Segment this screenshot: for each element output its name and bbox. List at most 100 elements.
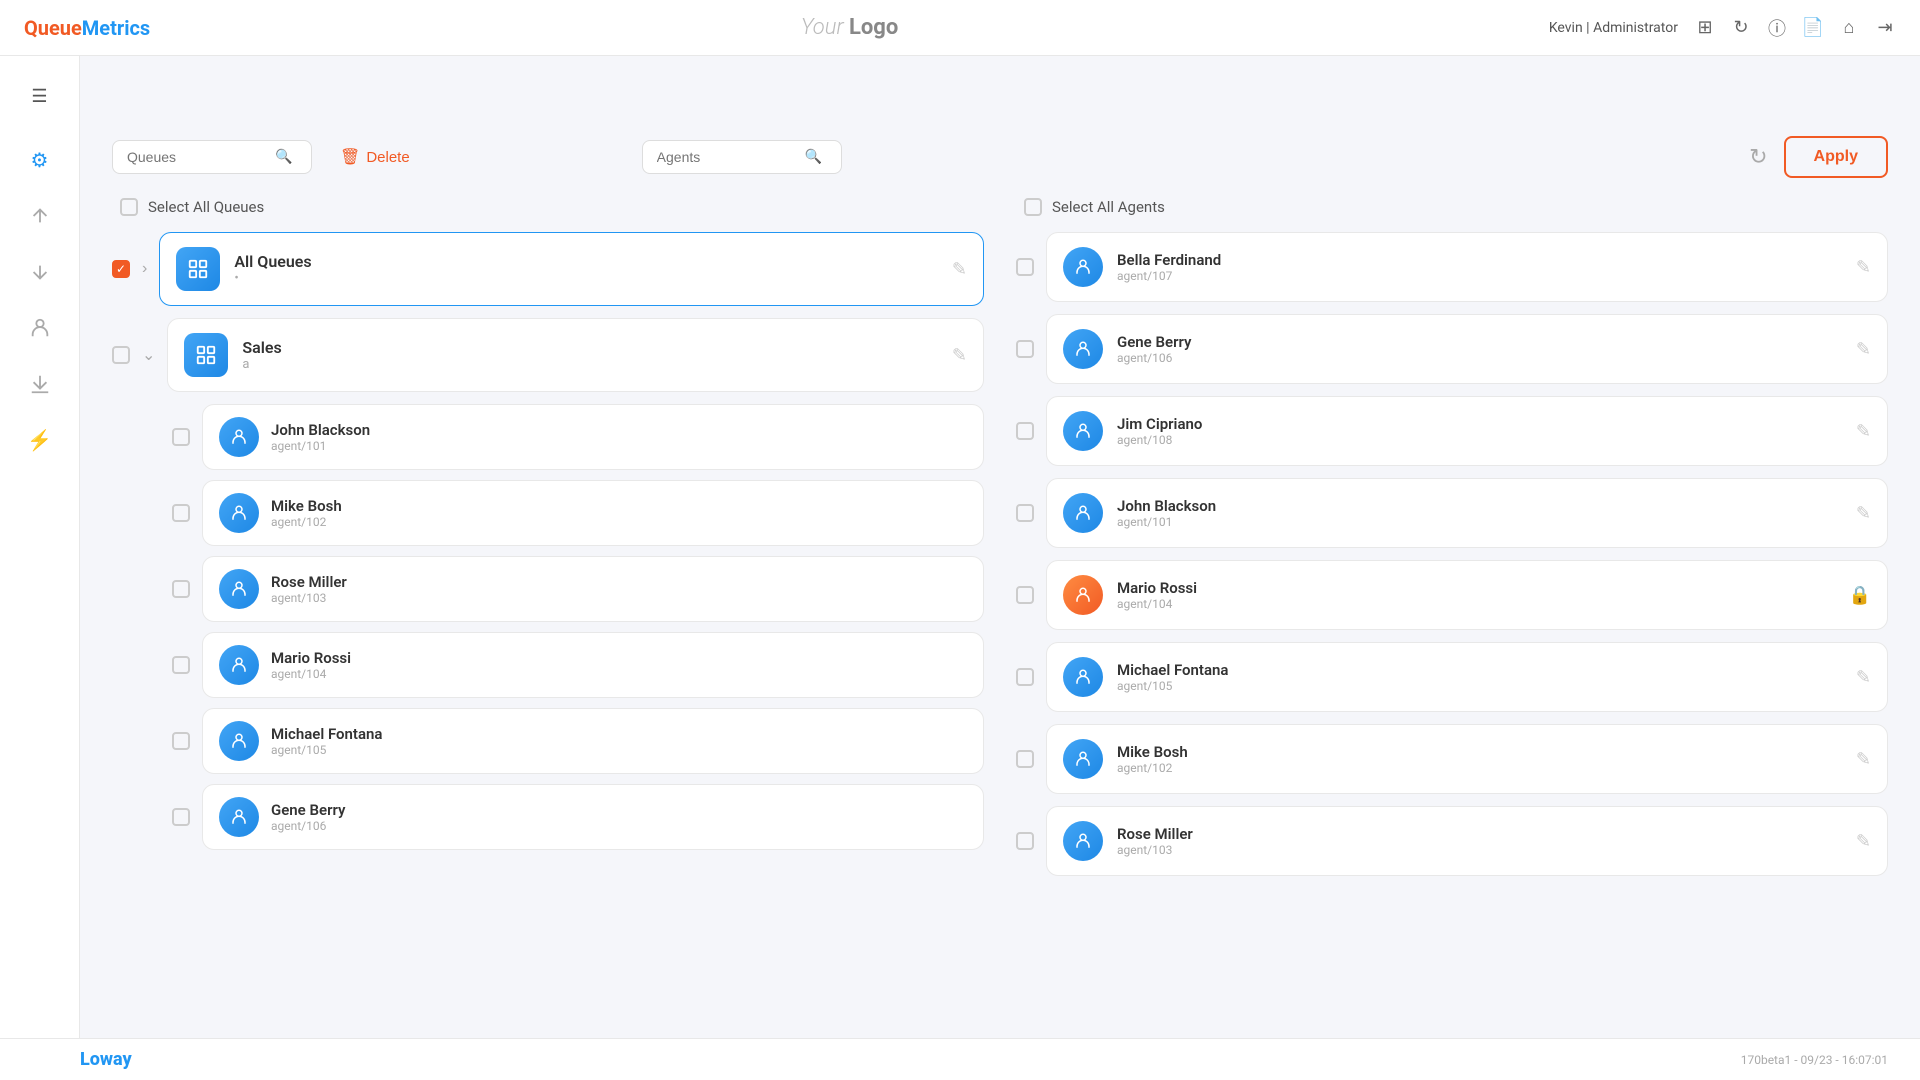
queue-checkbox-sales[interactable]	[112, 346, 130, 364]
sub-agent-avatar-3	[219, 645, 259, 685]
agent-checkbox-6[interactable]	[1016, 750, 1034, 768]
agent-checkbox-5[interactable]	[1016, 668, 1034, 686]
agent-lock-icon-4[interactable]: 🔒	[1849, 585, 1871, 606]
sub-agent-name-0: John Blackson	[271, 421, 967, 439]
sidebar-item-settings[interactable]: ⚙	[16, 136, 64, 184]
agent-name-5: Michael Fontana	[1117, 661, 1842, 679]
queue-edit-icon-sales[interactable]: ✎	[952, 345, 967, 366]
sub-agent-checkbox-4[interactable]	[172, 732, 190, 750]
agent-edit-icon-2[interactable]: ✎	[1856, 421, 1871, 442]
agent-right-card-0[interactable]: Bella Ferdinand agent/107 ✎	[1046, 232, 1888, 302]
sub-agent-checkbox-1[interactable]	[172, 504, 190, 522]
sub-agent-avatar-0	[219, 417, 259, 457]
agents-search-input[interactable]	[657, 149, 797, 165]
main-toolbar: 🔍 🗑 Delete 🔍 ↻ Apply	[112, 136, 1888, 178]
sidebar-hamburger[interactable]: ☰	[16, 72, 64, 120]
loway-logo: Loway	[80, 1049, 132, 1070]
refresh-icon[interactable]: ↻	[1730, 17, 1752, 39]
agent-info-4: Mario Rossi agent/104	[1117, 579, 1835, 611]
sub-agent-checkbox-3[interactable]	[172, 656, 190, 674]
sub-agent-card-3[interactable]: Mario Rossi agent/104	[202, 632, 984, 698]
sub-agent-name-5: Gene Berry	[271, 801, 967, 819]
queue-checkbox-all[interactable]: ✓	[112, 260, 130, 278]
queue-chevron-sales[interactable]: ⌄	[142, 345, 155, 365]
agent-name-1: Gene Berry	[1117, 333, 1842, 351]
sub-agent-card-4[interactable]: Michael Fontana agent/105	[202, 708, 984, 774]
agent-checkbox-1[interactable]	[1016, 340, 1034, 358]
grid-icon[interactable]: ⊞	[1694, 17, 1716, 39]
agent-edit-icon-0[interactable]: ✎	[1856, 257, 1871, 278]
content-area: Select All Queues ✓ › All Queues • ✎	[112, 198, 1888, 888]
agent-right-card-3[interactable]: John Blackson agent/101 ✎	[1046, 478, 1888, 548]
queue-edit-icon-all[interactable]: ✎	[952, 259, 967, 280]
agent-info-6: Mike Bosh agent/102	[1117, 743, 1842, 775]
sub-agent-card-5[interactable]: Gene Berry agent/106	[202, 784, 984, 850]
queue-row-all: ✓ › All Queues • ✎	[112, 232, 984, 306]
logout-icon[interactable]: ⇥	[1874, 17, 1896, 39]
agent-avatar-7	[1063, 821, 1103, 861]
queue-card-all[interactable]: All Queues • ✎	[159, 232, 984, 306]
agent-checkbox-2[interactable]	[1016, 422, 1034, 440]
agent-name-4: Mario Rossi	[1117, 579, 1835, 597]
agent-edit-icon-6[interactable]: ✎	[1856, 749, 1871, 770]
sub-agent-avatar-1	[219, 493, 259, 533]
sub-agent-info-1: Mike Bosh agent/102	[271, 497, 967, 529]
select-all-agents-label[interactable]: Select All Agents	[1052, 198, 1165, 216]
delete-button[interactable]: 🗑 Delete	[328, 139, 422, 175]
agent-avatar-5	[1063, 657, 1103, 697]
agent-checkbox-3[interactable]	[1016, 504, 1034, 522]
agent-name-2: Jim Cipriano	[1117, 415, 1842, 433]
sub-agent-checkbox-5[interactable]	[172, 808, 190, 826]
queue-card-sales[interactable]: Sales a ✎	[167, 318, 984, 392]
agent-row-0: Bella Ferdinand agent/107 ✎	[1016, 232, 1888, 302]
queues-search-input[interactable]	[127, 149, 267, 165]
agent-edit-icon-3[interactable]: ✎	[1856, 503, 1871, 524]
agent-right-card-2[interactable]: Jim Cipriano agent/108 ✎	[1046, 396, 1888, 466]
home-icon[interactable]: ⌂	[1838, 17, 1860, 39]
agent-id-1: agent/106	[1117, 351, 1842, 365]
agent-checkbox-7[interactable]	[1016, 832, 1034, 850]
sub-agent-card-1[interactable]: Mike Bosh agent/102	[202, 480, 984, 546]
sidebar-item-user[interactable]	[16, 304, 64, 352]
select-all-queues-checkbox[interactable]	[120, 198, 138, 216]
sub-agent-id-5: agent/106	[271, 819, 967, 833]
agent-info-7: Rose Miller agent/103	[1117, 825, 1842, 857]
agent-right-card-5[interactable]: Michael Fontana agent/105 ✎	[1046, 642, 1888, 712]
sidebar-item-flash[interactable]: ⚡	[16, 416, 64, 464]
select-all-queues-label[interactable]: Select All Queues	[148, 198, 264, 216]
document-icon[interactable]: 📄	[1802, 17, 1824, 39]
sub-agents-list: John Blackson agent/101 Mike Bosh	[112, 404, 984, 850]
select-all-agents-checkbox[interactable]	[1024, 198, 1042, 216]
queue-chevron-all[interactable]: ›	[142, 260, 147, 278]
agent-right-card-4[interactable]: Mario Rossi agent/104 🔒	[1046, 560, 1888, 630]
sub-agent-card-0[interactable]: John Blackson agent/101	[202, 404, 984, 470]
agent-name-7: Rose Miller	[1117, 825, 1842, 843]
sub-agent-id-1: agent/102	[271, 515, 967, 529]
agent-checkbox-0[interactable]	[1016, 258, 1034, 276]
agent-right-card-6[interactable]: Mike Bosh agent/102 ✎	[1046, 724, 1888, 794]
sidebar-item-export[interactable]	[16, 360, 64, 408]
agent-checkbox-4[interactable]	[1016, 586, 1034, 604]
version-info: 170beta1 - 09/23 - 16:07:01	[1741, 1053, 1888, 1067]
info-icon[interactable]: ⓘ	[1766, 17, 1788, 39]
agent-edit-icon-5[interactable]: ✎	[1856, 667, 1871, 688]
user-info: Kevin | Administrator	[1549, 20, 1678, 36]
agent-right-card-7[interactable]: Rose Miller agent/103 ✎	[1046, 806, 1888, 876]
sidebar-item-upload[interactable]	[16, 192, 64, 240]
queues-search-box[interactable]: 🔍	[112, 140, 312, 174]
sub-agent-checkbox-0[interactable]	[172, 428, 190, 446]
apply-button[interactable]: Apply	[1784, 136, 1888, 178]
agent-edit-icon-1[interactable]: ✎	[1856, 339, 1871, 360]
agents-search-box[interactable]: 🔍	[642, 140, 842, 174]
sub-agent-avatar-2	[219, 569, 259, 609]
agent-right-card-1[interactable]: Gene Berry agent/106 ✎	[1046, 314, 1888, 384]
sub-agent-card-2[interactable]: Rose Miller agent/103	[202, 556, 984, 622]
refresh-button[interactable]: ↻	[1749, 144, 1767, 170]
agent-name-6: Mike Bosh	[1117, 743, 1842, 761]
agent-edit-icon-7[interactable]: ✎	[1856, 831, 1871, 852]
sidebar-item-download[interactable]	[16, 248, 64, 296]
sub-agent-checkbox-2[interactable]	[172, 580, 190, 598]
agent-info-1: Gene Berry agent/106	[1117, 333, 1842, 365]
queue-avatar-all	[176, 247, 220, 291]
sub-agent-id-0: agent/101	[271, 439, 967, 453]
